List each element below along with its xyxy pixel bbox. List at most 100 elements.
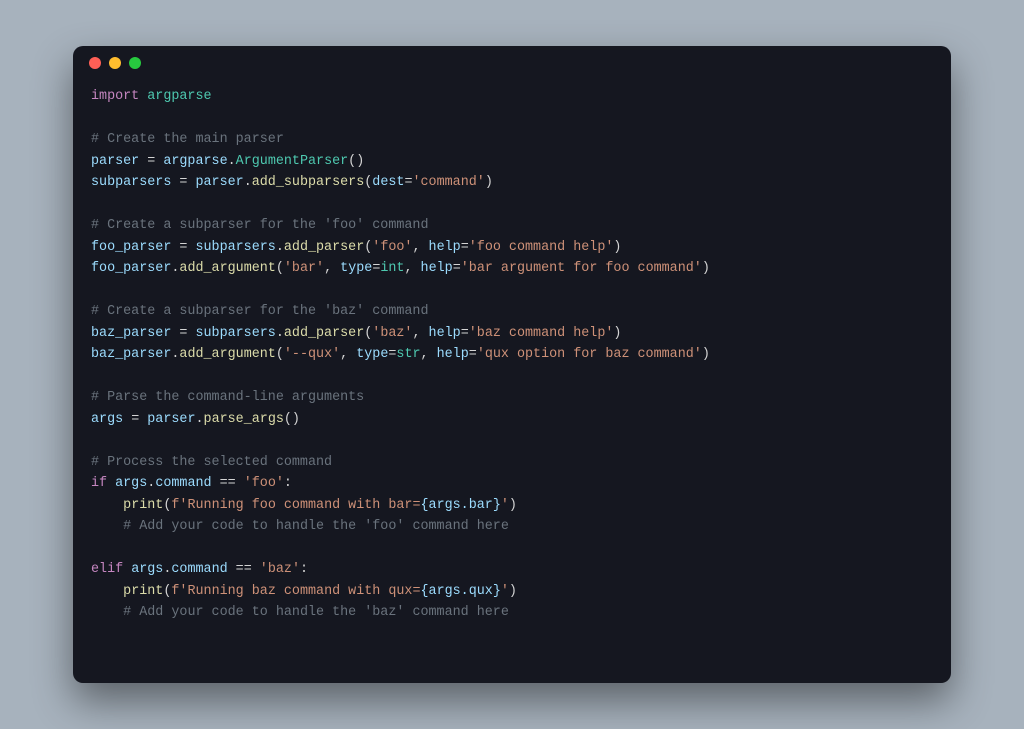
- code-token: =: [171, 326, 195, 341]
- code-token: =: [171, 240, 195, 255]
- code-token: help: [437, 347, 469, 362]
- code-token: .: [276, 326, 284, 341]
- code-token: add_argument: [179, 347, 275, 362]
- code-token: =: [123, 412, 147, 427]
- zoom-icon[interactable]: [129, 57, 141, 69]
- code-token: =: [139, 154, 163, 169]
- close-icon[interactable]: [89, 57, 101, 69]
- code-token: # Create a subparser for the 'foo' comma…: [91, 218, 429, 233]
- code-token: (): [348, 154, 364, 169]
- code-token: ArgumentParser: [236, 154, 349, 169]
- code-token: (: [276, 261, 284, 276]
- code-token: ): [509, 584, 517, 599]
- code-token: (): [284, 412, 300, 427]
- code-token: elif: [91, 562, 131, 577]
- code-token: ,: [412, 326, 428, 341]
- code-line: print(f'Running foo command with bar={ar…: [91, 495, 933, 517]
- code-token: =: [171, 175, 195, 190]
- code-token: ): [702, 261, 710, 276]
- code-token: # Create a subparser for the 'baz' comma…: [91, 304, 429, 319]
- code-token: dest: [372, 175, 404, 190]
- code-token: args: [131, 562, 163, 577]
- code-token: .: [244, 175, 252, 190]
- code-line: # Add your code to handle the 'baz' comm…: [91, 602, 933, 624]
- code-token: # Parse the command-line arguments: [91, 390, 364, 405]
- code-token: [91, 519, 123, 534]
- code-line: [91, 366, 933, 388]
- code-token: ,: [404, 261, 420, 276]
- code-token: ': [501, 584, 509, 599]
- code-token: =: [453, 261, 461, 276]
- code-line: print(f'Running baz command with qux={ar…: [91, 581, 933, 603]
- code-line: foo_parser = subparsers.add_parser('foo'…: [91, 237, 933, 259]
- code-token: f'Running baz command with qux=: [171, 584, 420, 599]
- code-token: # Process the selected command: [91, 455, 332, 470]
- code-token: .: [195, 412, 203, 427]
- code-token: args: [115, 476, 147, 491]
- code-line: [91, 280, 933, 302]
- code-token: parse_args: [204, 412, 284, 427]
- code-token: parser: [195, 175, 243, 190]
- code-line: baz_parser = subparsers.add_parser('baz'…: [91, 323, 933, 345]
- canvas: import argparse # Create the main parser…: [0, 0, 1024, 729]
- code-token: argparse: [163, 154, 227, 169]
- code-token: [91, 498, 123, 513]
- code-token: int: [380, 261, 404, 276]
- code-token: 'baz': [372, 326, 412, 341]
- code-token: # Add your code to handle the 'foo' comm…: [123, 519, 509, 534]
- code-token: ==: [228, 562, 260, 577]
- code-token: print: [123, 584, 163, 599]
- code-token: :: [300, 562, 308, 577]
- code-token: ): [613, 326, 621, 341]
- code-token: 'qux option for baz command': [477, 347, 702, 362]
- code-token: parser: [147, 412, 195, 427]
- code-line: # Create the main parser: [91, 129, 933, 151]
- code-token: help: [421, 261, 453, 276]
- code-token: ,: [324, 261, 340, 276]
- code-token: subparsers: [195, 326, 275, 341]
- code-token: baz_parser: [91, 326, 171, 341]
- code-line: # Parse the command-line arguments: [91, 387, 933, 409]
- titlebar: [73, 46, 951, 80]
- code-token: 'bar argument for foo command': [461, 261, 702, 276]
- code-token: ): [509, 498, 517, 513]
- code-token: command: [155, 476, 211, 491]
- code-line: args = parser.parse_args(): [91, 409, 933, 431]
- code-token: import: [91, 89, 147, 104]
- code-line: # Create a subparser for the 'baz' comma…: [91, 301, 933, 323]
- code-token: f'Running foo command with bar=: [171, 498, 420, 513]
- code-token: ==: [212, 476, 244, 491]
- code-token: subparsers: [195, 240, 275, 255]
- code-token: parser: [91, 154, 139, 169]
- code-token: args: [91, 412, 123, 427]
- code-line: subparsers = parser.add_subparsers(dest=…: [91, 172, 933, 194]
- minimize-icon[interactable]: [109, 57, 121, 69]
- code-token: ,: [421, 347, 437, 362]
- code-token: help: [429, 326, 461, 341]
- code-token: if: [91, 476, 115, 491]
- code-token: =: [469, 347, 477, 362]
- code-token: # Add your code to handle the 'baz' comm…: [123, 605, 509, 620]
- code-token: ,: [412, 240, 428, 255]
- code-token: 'bar': [284, 261, 324, 276]
- code-token: 'foo': [244, 476, 284, 491]
- code-line: [91, 430, 933, 452]
- code-token: help: [429, 240, 461, 255]
- editor-window: import argparse # Create the main parser…: [73, 46, 951, 683]
- code-token: .: [276, 240, 284, 255]
- code-token: .: [228, 154, 236, 169]
- code-token: str: [396, 347, 420, 362]
- code-token: 'baz command help': [469, 326, 614, 341]
- code-area[interactable]: import argparse # Create the main parser…: [73, 80, 951, 683]
- code-token: ': [501, 498, 509, 513]
- code-token: type: [356, 347, 388, 362]
- code-token: # Create the main parser: [91, 132, 284, 147]
- code-token: subparsers: [91, 175, 171, 190]
- code-token: '--qux': [284, 347, 340, 362]
- code-token: {args.qux}: [421, 584, 501, 599]
- code-token: add_subparsers: [252, 175, 365, 190]
- code-token: foo_parser: [91, 261, 171, 276]
- code-token: add_parser: [284, 326, 364, 341]
- code-token: command: [171, 562, 227, 577]
- code-token: ): [702, 347, 710, 362]
